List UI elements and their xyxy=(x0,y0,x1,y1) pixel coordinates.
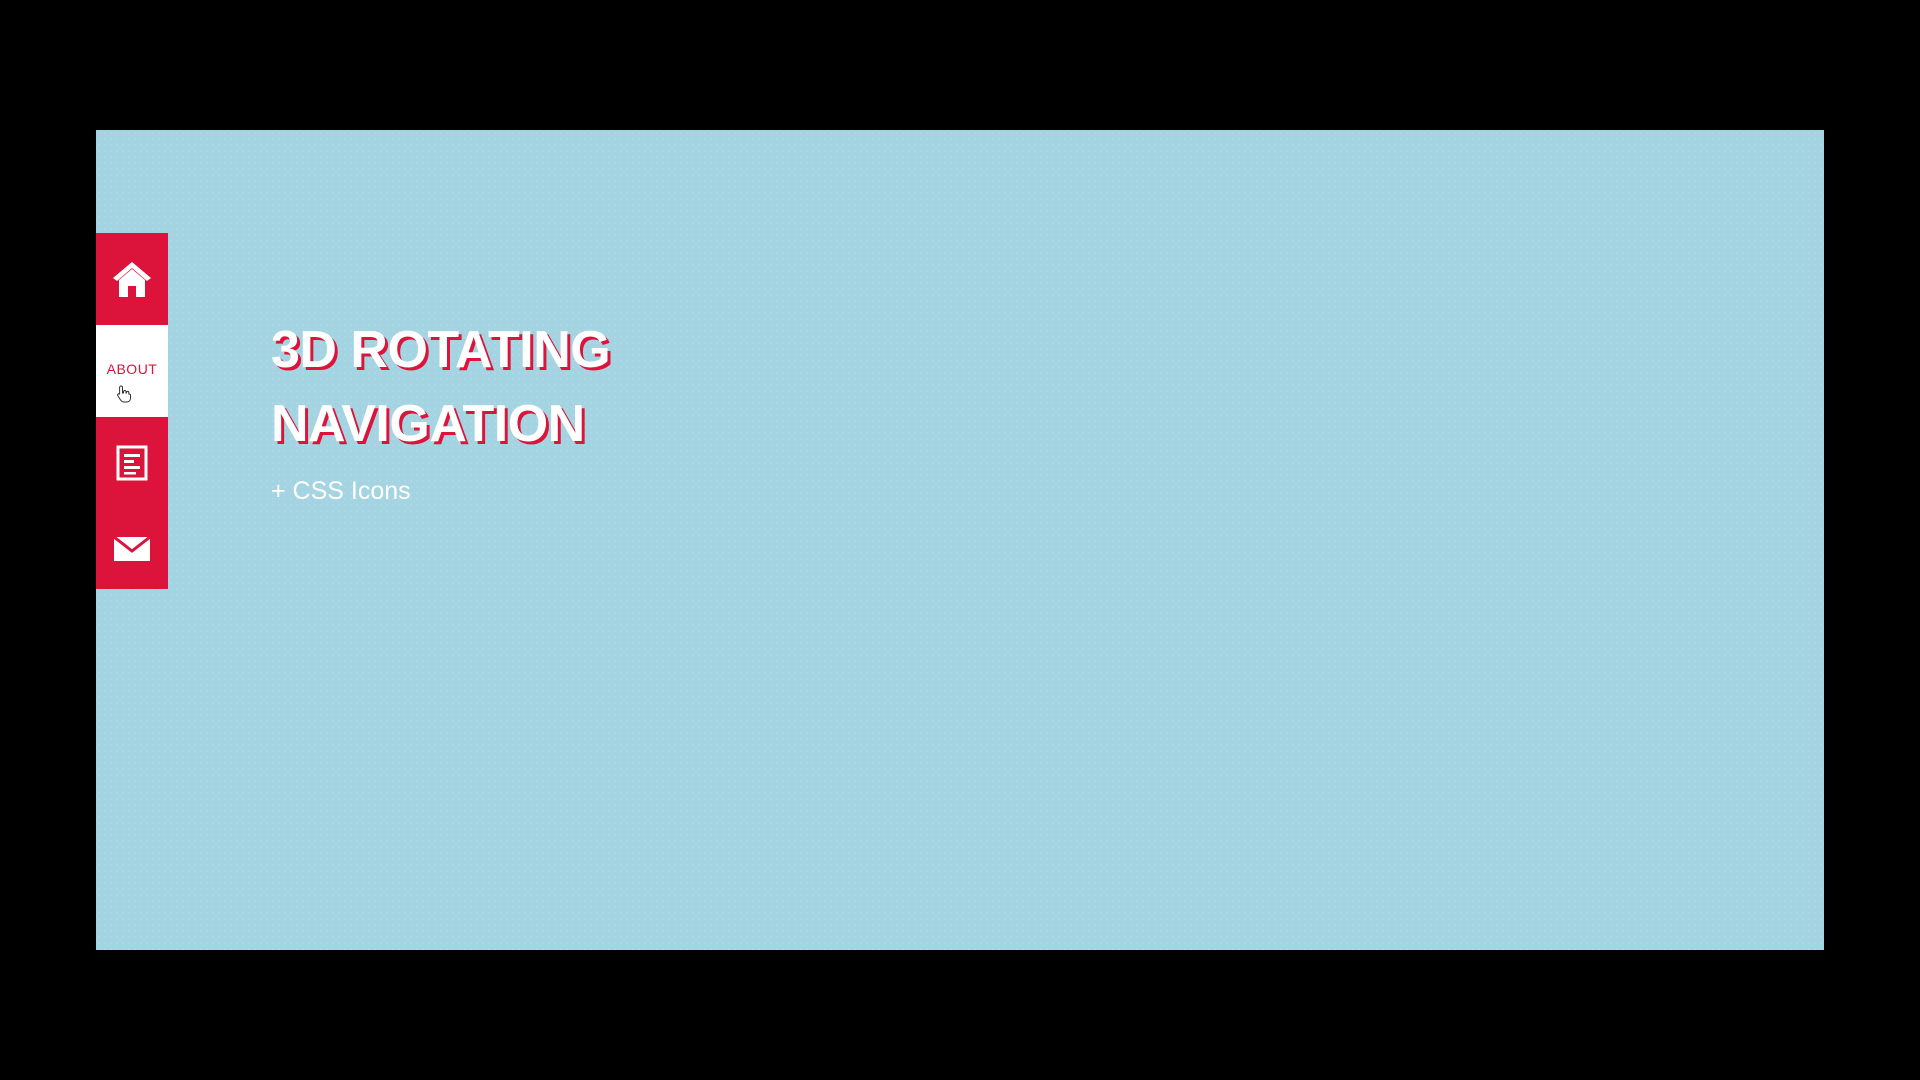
hero-section: 3D ROTATING NAVIGATION + CSS Icons xyxy=(271,313,611,506)
page-subtitle: + CSS Icons xyxy=(271,477,411,505)
side-navigation: ABOUT xyxy=(96,233,168,589)
page-title-line-2: NAVIGATION xyxy=(271,395,585,453)
document-icon xyxy=(116,445,148,481)
mail-icon xyxy=(114,537,150,561)
nav-item-contact[interactable] xyxy=(96,509,168,589)
page-canvas: ABOUT 3D ROTATING NAVIGATION + CSS Icons xyxy=(96,130,1824,950)
nav-item-document[interactable] xyxy=(96,417,168,509)
page-title: 3D ROTATING NAVIGATION xyxy=(271,313,611,461)
nav-item-about-label: ABOUT xyxy=(106,361,158,377)
page-title-line-1: 3D ROTATING xyxy=(271,321,611,379)
nav-item-home[interactable] xyxy=(96,233,168,325)
home-icon xyxy=(111,259,153,299)
nav-item-about[interactable]: ABOUT xyxy=(96,325,168,417)
hand-pointer-icon xyxy=(116,385,132,403)
